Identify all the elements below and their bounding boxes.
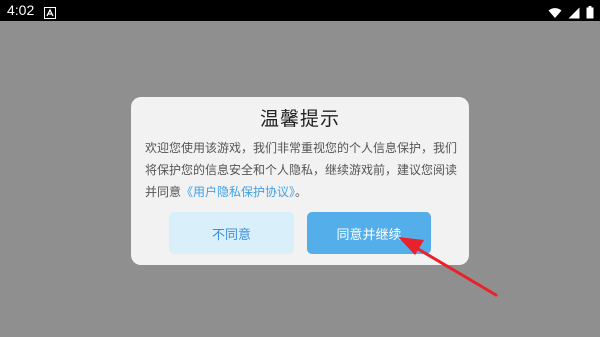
wifi-icon xyxy=(548,4,562,23)
battery-icon xyxy=(586,4,594,23)
screen: 4:02 温馨提示 欢迎您使用该游戏，我们非常重视您的个人信息保护，我们将保护您… xyxy=(0,0,600,337)
privacy-dialog: 温馨提示 欢迎您使用该游戏，我们非常重视您的个人信息保护，我们将保护您的信息安全… xyxy=(131,97,469,265)
signal-icon xyxy=(568,4,580,23)
status-bar: 4:02 xyxy=(0,0,600,21)
status-time: 4:02 xyxy=(7,2,35,18)
disagree-button[interactable]: 不同意 xyxy=(169,212,294,254)
android-notification-icon xyxy=(44,4,56,19)
dialog-title: 温馨提示 xyxy=(259,108,340,130)
privacy-agreement-link[interactable]: 《用户隐私保护协议》 xyxy=(181,185,295,199)
agree-and-continue-button[interactable]: 同意并继续 xyxy=(307,212,431,254)
dialog-body-end: 。 xyxy=(295,185,308,199)
status-icons xyxy=(548,4,594,23)
dialog-body: 欢迎您使用该游戏，我们非常重视您的个人信息保护，我们将保护您的信息安全和个人隐私… xyxy=(145,137,457,203)
